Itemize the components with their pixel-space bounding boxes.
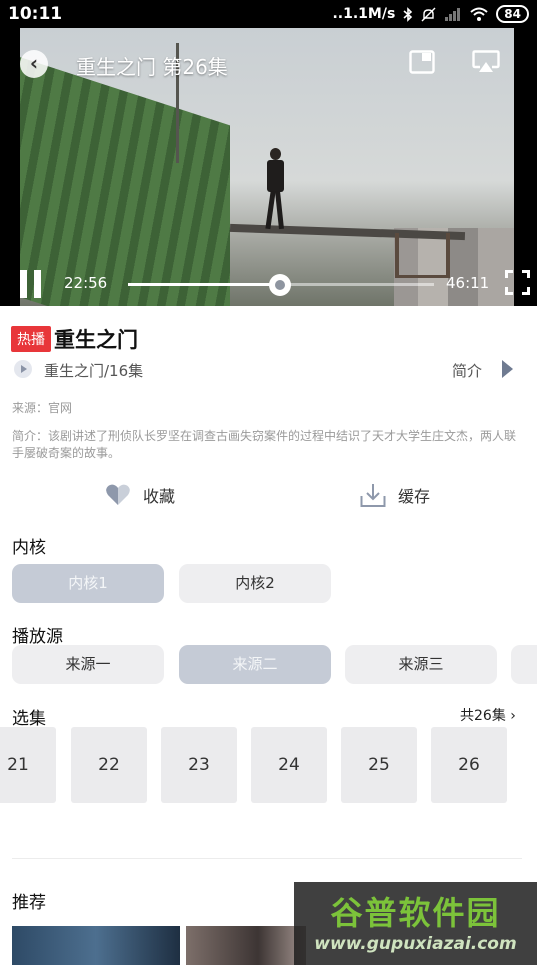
episode-23[interactable]: 23: [161, 727, 237, 803]
episode-26[interactable]: 26: [431, 727, 507, 803]
watermark-title: 谷普软件园: [330, 894, 501, 932]
video-player[interactable]: ‹ 重生之门 第26集 22:56 46:11: [0, 28, 537, 306]
episode-count-label: 重生之门/16集: [44, 362, 144, 380]
recommend-thumbnail-1[interactable]: [12, 926, 180, 965]
bluetooth-icon: [403, 6, 413, 22]
recommend-thumbnail-2[interactable]: [186, 926, 306, 965]
favorite-label: 收藏: [143, 487, 176, 506]
status-time: 10:11: [8, 4, 63, 24]
status-bar: 10:11 ..1.1M/s 84: [0, 0, 537, 28]
download-label: 缓存: [398, 487, 431, 506]
battery-indicator: 84: [496, 5, 529, 23]
kernel-option-1[interactable]: 内核1: [12, 564, 164, 603]
all-episodes-link[interactable]: 共26集 ›: [460, 705, 516, 725]
picture-in-picture-icon[interactable]: [409, 50, 435, 74]
kernel-section-title: 内核: [12, 538, 46, 558]
play-source-section-title: 播放源: [12, 627, 63, 647]
mute-icon: [421, 7, 436, 21]
current-time: 22:56: [64, 274, 108, 292]
show-title: 重生之门: [54, 328, 138, 352]
play-circle-icon: [14, 360, 32, 378]
seek-bar[interactable]: [128, 274, 434, 296]
watermark-logo: 谷普软件园 www.gupuxiazai.com: [294, 882, 537, 965]
seek-progress: [128, 283, 281, 286]
wifi-icon: [470, 7, 488, 21]
total-time: 46:11: [446, 274, 490, 292]
seek-thumb[interactable]: [269, 274, 292, 296]
episode-25[interactable]: 25: [341, 727, 417, 803]
play-arrow-icon[interactable]: [502, 360, 513, 378]
source-option-2[interactable]: 来源二: [179, 645, 331, 684]
chevron-right-icon: ›: [510, 708, 516, 724]
watermark-url: www.gupuxiazai.com: [314, 934, 517, 954]
source-option-3[interactable]: 来源三: [345, 645, 497, 684]
source-option-1[interactable]: 来源一: [12, 645, 164, 684]
description: 简介：该剧讲述了刑侦队长罗坚在调查古画失窃案件的过程中结识了天才大学生庄文杰，两…: [12, 429, 517, 460]
episode-22[interactable]: 22: [71, 727, 147, 803]
favorite-button[interactable]: 收藏: [105, 480, 175, 510]
pause-button[interactable]: [20, 270, 44, 298]
all-episodes-label: 共26集: [460, 708, 506, 724]
video-title: 重生之门 第26集: [76, 55, 228, 79]
status-icons: ..1.1M/s 84: [332, 5, 529, 23]
chevron-left-icon: ‹: [29, 51, 39, 75]
hot-badge: 热播: [11, 326, 51, 352]
episode-21[interactable]: 21: [0, 727, 56, 803]
intro-link[interactable]: 简介: [452, 360, 482, 381]
kernel-option-2[interactable]: 内核2: [179, 564, 331, 603]
source-label: 来源：官网: [12, 401, 73, 415]
episodes-section-title: 选集: [12, 709, 46, 729]
recommend-section-title: 推荐: [12, 893, 46, 913]
section-divider: [12, 858, 522, 859]
video-scene-person: [262, 148, 288, 230]
episode-info-row: 重生之门/16集 简介: [14, 358, 524, 382]
network-speed: ..1.1M/s: [332, 6, 396, 22]
source-option-partial[interactable]: [511, 645, 537, 684]
player-top-controls: ‹ 重生之门 第26集: [0, 28, 537, 98]
heart-icon: [106, 484, 130, 505]
fullscreen-icon[interactable]: [505, 270, 530, 295]
cast-icon[interactable]: [472, 50, 500, 74]
episode-24[interactable]: 24: [251, 727, 327, 803]
signal-icon: [445, 8, 461, 21]
player-bottom-controls: 22:56 46:11: [0, 266, 537, 306]
back-button[interactable]: ‹: [20, 50, 48, 78]
download-button[interactable]: 缓存: [360, 480, 430, 510]
download-icon: [360, 484, 386, 507]
